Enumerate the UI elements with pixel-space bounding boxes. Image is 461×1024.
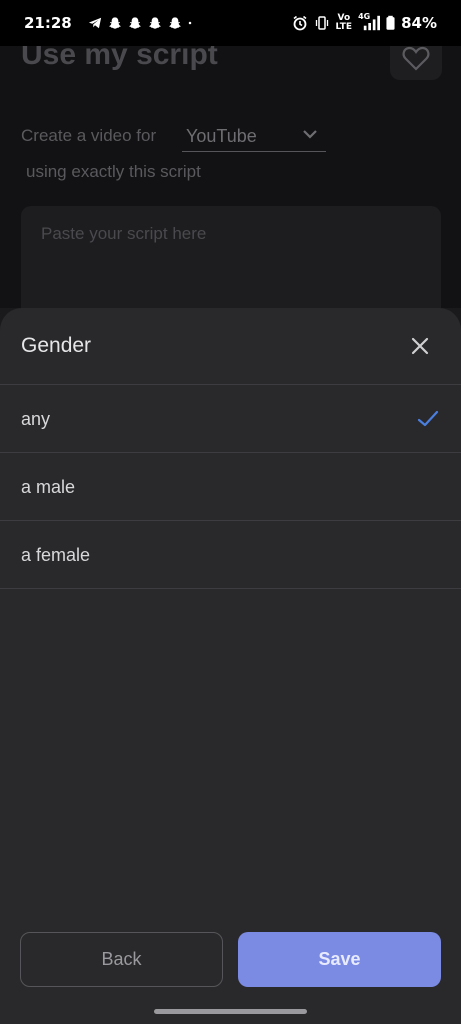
volte-icon: Vo LTE bbox=[336, 14, 353, 32]
background-page: Use my script Create a video for YouTube… bbox=[0, 36, 461, 326]
back-button[interactable]: Back bbox=[20, 932, 223, 987]
alarm-icon bbox=[293, 15, 307, 31]
4g-signal-icon: 4G bbox=[358, 12, 381, 31]
create-suffix: using exactly this script bbox=[26, 162, 201, 181]
home-indicator[interactable] bbox=[154, 1009, 307, 1014]
snapchat-icon bbox=[129, 17, 141, 29]
battery-icon bbox=[386, 15, 395, 30]
gender-bottom-sheet: Gender any a male a female Back Save bbox=[0, 308, 461, 1024]
chevron-down-icon bbox=[303, 130, 317, 139]
snapchat-icon bbox=[109, 17, 121, 29]
gender-option-male[interactable]: a male bbox=[0, 453, 461, 521]
checkmark-icon bbox=[417, 410, 439, 427]
platform-value: YouTube bbox=[186, 126, 257, 146]
battery-percent: 84% bbox=[401, 14, 437, 32]
close-icon bbox=[411, 337, 429, 355]
close-button[interactable] bbox=[404, 330, 436, 362]
telegram-icon bbox=[88, 17, 101, 29]
script-placeholder: Paste your script here bbox=[41, 224, 207, 243]
status-bar: 21:28 Vo LTE 4G 84% bbox=[0, 0, 461, 46]
sheet-header: Gender bbox=[0, 308, 461, 385]
heart-icon bbox=[402, 46, 430, 71]
gender-option-female[interactable]: a female bbox=[0, 521, 461, 589]
create-prefix: Create a video for bbox=[21, 126, 157, 145]
status-time: 21:28 bbox=[24, 14, 72, 32]
snapchat-icon bbox=[149, 17, 161, 29]
vibrate-icon bbox=[315, 16, 328, 30]
status-bar-left: 21:28 bbox=[24, 14, 196, 32]
status-bar-right: Vo LTE 4G 84% bbox=[292, 12, 437, 32]
snapchat-icon bbox=[169, 17, 181, 29]
option-label: any bbox=[21, 409, 51, 429]
gender-option-any[interactable]: any bbox=[0, 385, 461, 453]
platform-select[interactable]: YouTube bbox=[182, 120, 326, 152]
save-button[interactable]: Save bbox=[238, 932, 441, 987]
dot-icon bbox=[188, 21, 191, 25]
sheet-title: Gender bbox=[21, 334, 92, 357]
option-label: a female bbox=[21, 545, 91, 565]
option-label: a male bbox=[21, 477, 76, 497]
volte-bottom: LTE bbox=[335, 22, 353, 32]
